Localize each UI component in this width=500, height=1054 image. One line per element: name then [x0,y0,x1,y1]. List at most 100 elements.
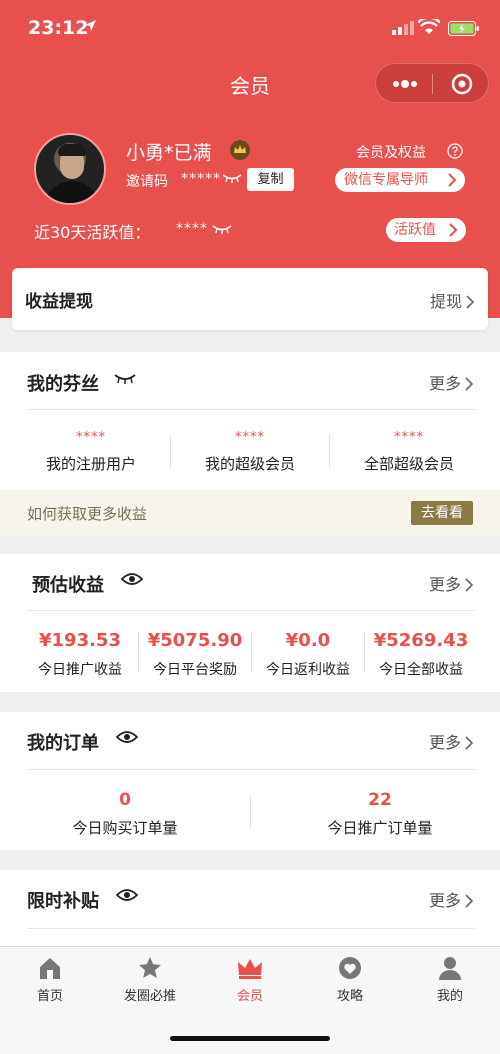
signal-icon [392,21,414,35]
orders-card: 我的订单 更多 0 今日购买订单量 22 今日推广订单量 [0,712,500,850]
order-stat-purchase[interactable]: 0 今日购买订单量 [0,790,250,838]
miniprogram-capsule[interactable] [375,63,489,103]
location-arrow-icon [85,20,96,31]
subsidy-more-label: 更多 [428,891,461,910]
earn-stat-value: ¥193.53 [39,630,121,651]
chevron-right-icon [465,377,474,391]
earnings-title: 预估收益 [32,575,104,596]
earn-stat-label: 今日返利收益 [266,662,350,678]
fan-stat-super-members[interactable]: **** 我的超级会员 [171,430,329,474]
stat-separator [250,794,251,830]
crown-icon [238,959,262,979]
copy-button[interactable]: 复制 [247,168,294,191]
eye-icon[interactable] [121,571,143,587]
earn-stat-label: 今日平台奖励 [153,662,237,678]
fan-stat-value: **** [235,430,265,445]
tab-mine[interactable]: 我的 [400,955,500,1004]
fan-stat-value: **** [76,430,106,445]
earn-stat-label: 今日全部收益 [379,662,463,678]
withdraw-link[interactable]: 提现 [430,288,475,312]
activity-label: 近30天活跃值： [34,223,151,242]
person-icon [439,957,461,980]
earnings-card: 预估收益 更多 ¥193.53 今日推广收益 ¥5075.90 今日平台奖励 ¥… [0,554,500,692]
activity-button[interactable]: 活跃值 [386,218,466,242]
chevron-right-icon [465,894,474,908]
fans-more-link[interactable]: 更多 [429,370,474,394]
help-icon[interactable] [447,143,463,159]
withdraw-title: 收益提现 [25,292,93,312]
withdraw-link-label: 提现 [429,292,462,311]
order-stat-value: 0 [119,790,131,810]
eye-icon[interactable] [116,887,138,903]
close-target-icon[interactable] [451,73,473,95]
earn-more-banner[interactable]: 如何获取更多收益 去看看 [0,490,500,536]
fan-stat-all-super-members[interactable]: **** 全部超级会员 [330,430,488,474]
invite-code-label: 邀请码 [126,174,168,190]
orders-title: 我的订单 [27,733,99,754]
status-bar: 23:12 [0,0,500,58]
withdraw-card[interactable]: 收益提现 提现 [12,268,488,330]
fans-title: 我的芬丝 [27,374,99,395]
go-see-button[interactable]: 去看看 [411,501,473,525]
tab-member[interactable]: 会员 [200,955,300,1004]
section-divider [27,769,475,770]
order-stat-label: 今日推广订单量 [327,819,433,837]
status-time: 23:12 [28,17,89,39]
invite-code-value: ***** [181,171,221,187]
tab-home-label: 首页 [36,989,63,1004]
section-divider [27,409,475,410]
fan-stat-value: **** [394,430,424,445]
order-stat-promotion[interactable]: 22 今日推广订单量 [255,790,500,838]
heart-icon [339,957,361,979]
fans-more-label: 更多 [428,374,461,393]
order-stat-value: 22 [368,790,392,810]
section-divider [27,928,475,929]
hidden-eye-icon[interactable] [114,373,136,384]
orders-more-label: 更多 [428,733,461,752]
tab-member-label: 会员 [236,989,263,1004]
home-indicator[interactable] [170,1036,330,1041]
earn-more-text: 如何获取更多收益 [27,505,148,523]
more-dots-icon[interactable] [391,76,419,92]
activity-button-label: 活跃值 [394,222,436,238]
home-icon [40,958,60,979]
earnings-more-link[interactable]: 更多 [429,571,474,595]
orders-more-link[interactable]: 更多 [429,729,474,753]
tab-guide[interactable]: 攻略 [300,955,400,1004]
tab-mine-label: 我的 [436,989,463,1004]
earn-stat-rebate[interactable]: ¥0.0 今日返利收益 [252,630,364,679]
earn-stat-total[interactable]: ¥5269.43 今日全部收益 [365,630,477,679]
avatar[interactable] [34,133,106,205]
tab-guide-label: 攻略 [336,989,363,1004]
tab-moments[interactable]: 发圈必推 [100,955,200,1004]
order-stat-label: 今日购买订单量 [72,819,178,837]
chevron-right-icon [449,223,458,237]
section-divider [27,610,475,611]
chevron-right-icon [465,736,474,750]
wechat-mentor-label: 微信专属导师 [344,172,428,188]
earn-stat-value: ¥5075.90 [147,630,243,651]
fan-stat-label: 全部超级会员 [363,455,454,473]
member-rights-link[interactable]: 会员及权益 [356,142,426,162]
earn-stat-promotion[interactable]: ¥193.53 今日推广收益 [20,630,140,679]
capsule-divider [432,74,433,94]
subsidy-more-link[interactable]: 更多 [429,887,474,911]
earn-stat-platform[interactable]: ¥5075.90 今日平台奖励 [139,630,251,679]
wifi-icon [418,19,440,34]
subsidy-title: 限时补贴 [27,891,99,912]
tab-moments-label: 发圈必推 [123,989,176,1004]
user-name: 小勇*已满 [126,142,212,164]
wechat-mentor-button[interactable]: 微信专属导师 [335,168,465,192]
fan-stat-registered[interactable]: **** 我的注册用户 [12,430,170,474]
earn-stat-label: 今日推广收益 [38,662,122,678]
hidden-eye-icon[interactable] [212,224,232,234]
fan-stat-label: 我的超级会员 [204,455,295,473]
star-icon [139,957,161,978]
tab-home[interactable]: 首页 [0,955,100,1004]
chevron-right-icon [448,173,457,187]
chevron-right-icon [466,295,475,309]
hidden-eye-icon[interactable] [222,173,242,183]
fan-stat-label: 我的注册用户 [45,455,136,473]
earn-stat-value: ¥5269.43 [373,630,469,651]
eye-icon[interactable] [116,729,138,745]
